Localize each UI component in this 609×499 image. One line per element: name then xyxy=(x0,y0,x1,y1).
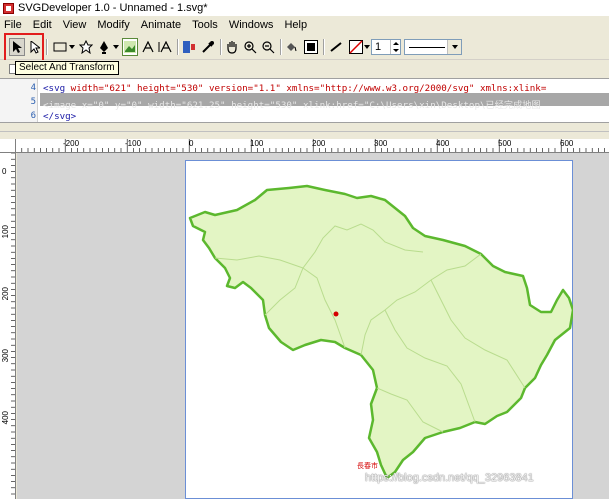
line-number: 4 xyxy=(30,83,36,93)
ruler-label: -100 xyxy=(125,139,142,148)
freeform-icon[interactable] xyxy=(78,38,94,56)
menu-file[interactable]: File xyxy=(4,19,22,31)
ruler-label: 200 xyxy=(312,139,326,148)
ruler-label: 200 xyxy=(1,287,10,301)
menu-help[interactable]: Help xyxy=(284,19,307,31)
province-region[interactable] xyxy=(188,184,573,480)
line-style-select[interactable] xyxy=(404,39,462,55)
eyedropper-icon[interactable] xyxy=(200,38,216,56)
code-line[interactable]: </svg> xyxy=(43,111,609,122)
text-path-icon[interactable] xyxy=(181,38,197,56)
title-bar: SVGDeveloper 1.0 - Unnamed - 1.svg* xyxy=(0,0,609,16)
capital-label: 長春市 xyxy=(357,463,378,470)
menu-view[interactable]: View xyxy=(63,19,87,31)
ruler-label: 400 xyxy=(1,411,10,425)
ruler-label: 0 xyxy=(2,167,7,176)
text-tool-icon[interactable] xyxy=(141,38,155,56)
line-tool-icon[interactable] xyxy=(328,38,344,56)
code-tag: <svg xyxy=(43,83,66,94)
code-attrs: width="621" height="530" version="1.1" x… xyxy=(65,83,547,94)
capital-marker-icon[interactable] xyxy=(333,311,339,317)
editor-scrollbar[interactable] xyxy=(0,123,609,132)
line-number: 5 xyxy=(30,97,36,107)
ruler-label: -200 xyxy=(63,139,80,148)
zoom-out-icon[interactable] xyxy=(260,38,276,56)
zoom-in-icon[interactable] xyxy=(242,38,258,56)
chevron-down-icon[interactable] xyxy=(447,40,461,54)
line-number: 6 xyxy=(30,111,36,121)
stroke-swatch-icon[interactable] xyxy=(303,38,319,56)
menu-bar: File Edit View Modify Animate Tools Wind… xyxy=(0,16,609,34)
tooltip: Select And Transform xyxy=(15,61,119,75)
ruler-label: 300 xyxy=(374,139,388,148)
ruler-label: 300 xyxy=(1,349,10,363)
watermark: https://blog.csdn.net/qq_32963841 xyxy=(365,472,534,484)
code-line[interactable]: <image x="0" y="0" width="621.25" height… xyxy=(43,97,609,111)
main-toolbar xyxy=(0,34,609,60)
ruler-corner xyxy=(0,139,16,153)
ruler-label: 100 xyxy=(1,225,10,239)
province-map[interactable] xyxy=(185,160,573,499)
ruler-label: 500 xyxy=(498,139,512,148)
chevron-down-icon[interactable] xyxy=(364,38,370,56)
ruler-label: 400 xyxy=(436,139,450,148)
chevron-down-icon[interactable] xyxy=(112,38,120,56)
app-window: SVGDeveloper 1.0 - Unnamed - 1.svg* File… xyxy=(0,0,609,499)
menu-modify[interactable]: Modify xyxy=(97,19,129,31)
ruler-label: 0 xyxy=(189,139,194,148)
chevron-down-icon[interactable] xyxy=(68,38,76,56)
menu-tools[interactable]: Tools xyxy=(192,19,218,31)
no-color-icon[interactable] xyxy=(348,38,364,56)
image-tool-icon[interactable] xyxy=(122,38,138,56)
rectangle-icon[interactable] xyxy=(52,38,68,56)
fill-swatch-icon[interactable] xyxy=(284,38,298,56)
menu-animate[interactable]: Animate xyxy=(141,19,181,31)
menu-windows[interactable]: Windows xyxy=(229,19,274,31)
window-title: SVGDeveloper 1.0 - Unnamed - 1.svg* xyxy=(18,2,208,14)
stroke-width-spinner[interactable] xyxy=(390,40,400,54)
drawing-canvas[interactable]: 長春市 xyxy=(17,153,609,499)
ruler-label: 600 xyxy=(560,139,574,148)
direct-select-icon[interactable] xyxy=(28,38,42,56)
code-line[interactable]: <svg width="621" height="530" version="1… xyxy=(43,83,609,94)
menu-edit[interactable]: Edit xyxy=(33,19,52,31)
horizontal-ruler: -200 -100 0 100 200 300 400 500 600 xyxy=(16,139,609,153)
vertical-ruler: 0 100 200 300 400 xyxy=(0,153,16,499)
code-editor[interactable]: 4 5 6 <svg width="621" height="530" vers… xyxy=(0,78,609,123)
app-logo-icon xyxy=(3,2,14,14)
ruler-label: 100 xyxy=(250,139,264,148)
pen-tool-icon[interactable] xyxy=(96,38,112,56)
select-arrow-icon[interactable] xyxy=(9,38,25,56)
text-area-icon[interactable] xyxy=(157,38,173,56)
hand-icon[interactable] xyxy=(224,38,240,56)
